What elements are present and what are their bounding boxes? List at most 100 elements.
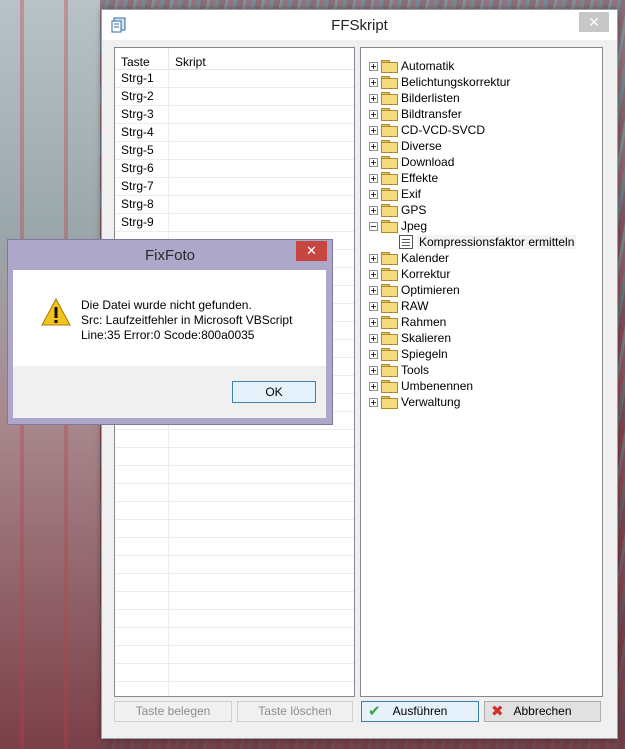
key-cell: Strg-8	[115, 196, 169, 213]
script-cell	[169, 196, 354, 213]
table-row[interactable]: Strg-6	[115, 160, 354, 178]
expand-icon[interactable]	[369, 269, 378, 279]
run-button[interactable]: ✔ Ausführen	[361, 701, 479, 722]
tree-folder-item[interactable]: Skalieren	[369, 330, 451, 346]
expand-icon[interactable]	[369, 125, 378, 135]
tree-folder-item[interactable]: Jpeg	[369, 218, 427, 234]
expand-icon[interactable]	[369, 381, 378, 391]
table-row[interactable]	[115, 448, 354, 466]
tree-folder-item[interactable]: Exif	[369, 186, 421, 202]
script-cell	[169, 628, 354, 645]
script-cell	[169, 646, 354, 663]
tree-item-label: Belichtungskorrektur	[401, 75, 511, 89]
tree-item-label: Skalieren	[401, 331, 452, 345]
table-row[interactable]: Strg-5	[115, 142, 354, 160]
expand-icon[interactable]	[369, 253, 378, 263]
expand-icon[interactable]	[369, 349, 378, 359]
table-row[interactable]: Strg-1	[115, 70, 354, 88]
window-close-button[interactable]: ✕	[579, 12, 609, 32]
table-row[interactable]	[115, 682, 354, 696]
table-row[interactable]	[115, 538, 354, 556]
table-row[interactable]	[115, 430, 354, 448]
key-cell	[115, 646, 169, 663]
tree-script-item[interactable]: Kompressionsfaktor ermitteln	[399, 234, 577, 250]
tree-folder-item[interactable]: Belichtungskorrektur	[369, 74, 510, 90]
dialog-close-button[interactable]: ✕	[296, 241, 327, 261]
tree-folder-item[interactable]: Automatik	[369, 58, 454, 74]
script-cell	[169, 610, 354, 627]
table-row[interactable]	[115, 592, 354, 610]
dialog-body: Die Datei wurde nicht gefunden. Src: Lau…	[13, 270, 326, 418]
expand-icon[interactable]	[369, 173, 378, 183]
expand-icon[interactable]	[369, 189, 378, 199]
folder-icon	[381, 300, 398, 313]
tree-folder-item[interactable]: Bilderlisten	[369, 90, 460, 106]
tree-item-label: Kalender	[401, 251, 450, 265]
table-row[interactable]	[115, 664, 354, 682]
tree-folder-item[interactable]: CD-VCD-SVCD	[369, 122, 485, 138]
column-header-key[interactable]: Taste	[115, 48, 169, 69]
cancel-button[interactable]: ✖ Abbrechen	[484, 701, 601, 722]
expand-icon[interactable]	[369, 205, 378, 215]
table-row[interactable]: Strg-9	[115, 214, 354, 232]
key-cell: Strg-1	[115, 70, 169, 87]
tree-folder-item[interactable]: Verwaltung	[369, 394, 460, 410]
tree-folder-item[interactable]: Diverse	[369, 138, 442, 154]
tree-folder-item[interactable]: Korrektur	[369, 266, 450, 282]
expand-icon[interactable]	[369, 301, 378, 311]
tree-item-label: Umbenennen	[401, 379, 474, 393]
table-row[interactable]: Strg-8	[115, 196, 354, 214]
table-row[interactable]: Strg-2	[115, 88, 354, 106]
delete-key-button[interactable]: Taste löschen	[237, 701, 353, 722]
expand-icon[interactable]	[369, 285, 378, 295]
tree-folder-item[interactable]: Download	[369, 154, 454, 170]
table-row[interactable]	[115, 520, 354, 538]
tree-folder-item[interactable]: Effekte	[369, 170, 438, 186]
cancel-button-label: Abbrechen	[513, 704, 572, 718]
table-row[interactable]	[115, 484, 354, 502]
tree-item-label: Verwaltung	[401, 395, 461, 409]
script-cell	[169, 178, 354, 195]
expand-icon[interactable]	[369, 61, 378, 71]
script-cell	[169, 448, 354, 465]
tree-folder-item[interactable]: Umbenennen	[369, 378, 473, 394]
expand-icon[interactable]	[369, 93, 378, 103]
tree-folder-item[interactable]: Kalender	[369, 250, 449, 266]
tree-folder-item[interactable]: Rahmen	[369, 314, 446, 330]
key-cell	[115, 682, 169, 696]
expand-icon[interactable]	[369, 397, 378, 407]
table-row[interactable]	[115, 556, 354, 574]
dialog-ok-button[interactable]: OK	[232, 381, 316, 403]
expand-icon[interactable]	[369, 157, 378, 167]
table-row[interactable]	[115, 466, 354, 484]
expand-icon[interactable]	[369, 109, 378, 119]
table-row[interactable]	[115, 646, 354, 664]
table-row[interactable]: Strg-4	[115, 124, 354, 142]
table-row[interactable]	[115, 610, 354, 628]
tree-folder-item[interactable]: Tools	[369, 362, 429, 378]
tree-folder-item[interactable]: GPS	[369, 202, 426, 218]
assign-key-button[interactable]: Taste belegen	[114, 701, 232, 722]
table-row[interactable]	[115, 574, 354, 592]
tree-item-label: Exif	[401, 187, 422, 201]
table-row[interactable]	[115, 502, 354, 520]
tree-folder-item[interactable]: RAW	[369, 298, 429, 314]
tree-folder-item[interactable]: Optimieren	[369, 282, 460, 298]
tree-folder-item[interactable]: Bildtransfer	[369, 106, 462, 122]
dialog-message-line: Line:35 Error:0 Scode:800a0035	[81, 328, 255, 342]
dialog-title: FixFoto	[144, 247, 195, 264]
expand-icon[interactable]	[369, 333, 378, 343]
collapse-icon[interactable]	[369, 221, 378, 231]
expand-icon[interactable]	[369, 77, 378, 87]
table-row[interactable]: Strg-3	[115, 106, 354, 124]
expand-icon[interactable]	[369, 141, 378, 151]
column-header-script[interactable]: Skript	[169, 48, 354, 69]
folder-icon	[381, 124, 398, 137]
table-row[interactable]	[115, 628, 354, 646]
key-cell	[115, 448, 169, 465]
tree-folder-item[interactable]: Spiegeln	[369, 346, 448, 362]
expand-icon[interactable]	[369, 317, 378, 327]
key-cell	[115, 484, 169, 501]
expand-icon[interactable]	[369, 365, 378, 375]
table-row[interactable]: Strg-7	[115, 178, 354, 196]
